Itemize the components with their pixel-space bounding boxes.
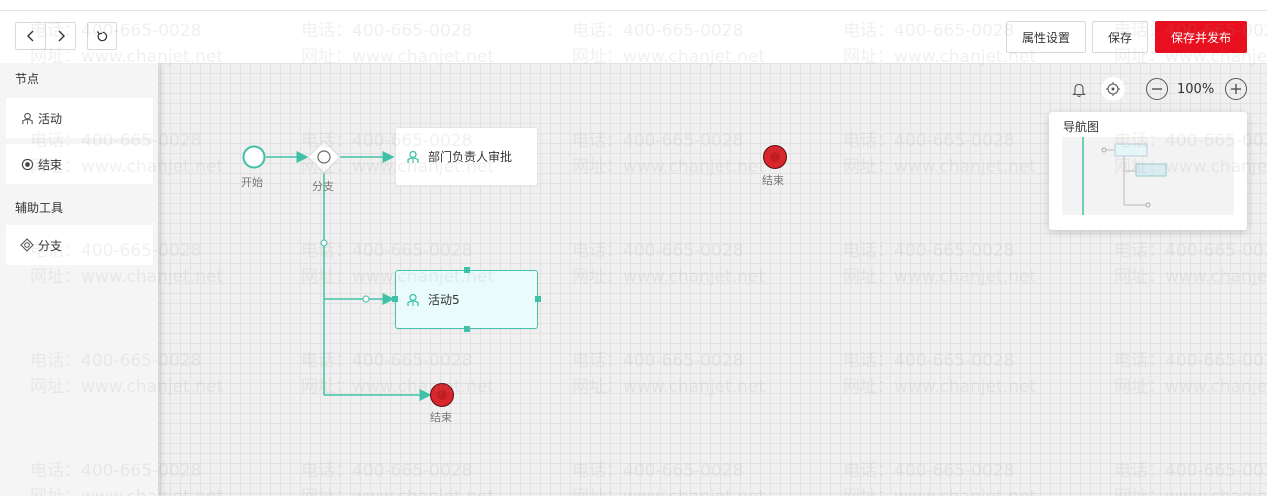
resize-handle[interactable] bbox=[535, 296, 541, 302]
minimap-graphic bbox=[1082, 137, 1167, 215]
radio-icon bbox=[20, 157, 34, 171]
end-node-top-label: 结束 bbox=[762, 174, 784, 187]
refresh-icon bbox=[96, 30, 107, 41]
bell-icon bbox=[1072, 83, 1086, 98]
forward-button[interactable] bbox=[45, 22, 76, 50]
palette-item-label: 结束 bbox=[38, 157, 63, 172]
activity-node-approval[interactable]: 部门负责人审批 bbox=[395, 127, 538, 186]
activity-node-label: 活动5 bbox=[428, 293, 460, 307]
target-icon bbox=[1106, 82, 1120, 96]
end-node-bottom[interactable] bbox=[429, 382, 455, 408]
minus-icon bbox=[1152, 88, 1162, 90]
edge-waypoint[interactable] bbox=[362, 295, 370, 303]
user-icon bbox=[406, 292, 422, 308]
chevron-right-icon bbox=[58, 30, 65, 42]
save-publish-button[interactable]: 保存并发布 bbox=[1155, 21, 1247, 53]
navigation-map-preview[interactable] bbox=[1062, 137, 1234, 215]
palette-item-label: 分支 bbox=[38, 238, 63, 253]
node-palette: 节点 活动 结束 辅助工具 分支 bbox=[0, 63, 158, 496]
save-button[interactable]: 保存 bbox=[1092, 21, 1148, 53]
chevron-left-icon bbox=[26, 30, 33, 42]
diamond-icon bbox=[20, 238, 34, 252]
start-node-label: 开始 bbox=[241, 176, 263, 189]
zoom-out-button[interactable] bbox=[1146, 78, 1168, 100]
palette-item-end[interactable]: 结束 bbox=[6, 144, 153, 184]
top-border bbox=[0, 0, 1267, 11]
activity-node-label: 部门负责人审批 bbox=[428, 150, 513, 164]
zoom-level: 100% bbox=[1177, 82, 1215, 97]
zoom-in-button[interactable] bbox=[1225, 78, 1247, 100]
properties-button[interactable]: 属性设置 bbox=[1006, 21, 1086, 53]
branch-node-label: 分支 bbox=[312, 180, 334, 193]
toolbar: 属性设置 保存 保存并发布 bbox=[0, 11, 1267, 63]
start-node[interactable] bbox=[241, 145, 267, 171]
activity-node-5[interactable]: 活动5 bbox=[395, 270, 538, 329]
branch-node[interactable] bbox=[307, 140, 341, 174]
palette-title-nodes: 节点 bbox=[15, 72, 40, 86]
navigation-map-title: 导航图 bbox=[1063, 120, 1100, 134]
plus-icon bbox=[1231, 84, 1241, 94]
edge-waypoint[interactable] bbox=[320, 239, 328, 247]
resize-handle[interactable] bbox=[392, 296, 398, 302]
palette-item-activity[interactable]: 活动 bbox=[6, 98, 153, 138]
user-icon bbox=[20, 111, 34, 125]
navigation-map[interactable]: 导航图 bbox=[1049, 112, 1247, 230]
end-node-bottom-label: 结束 bbox=[430, 411, 452, 424]
refresh-button[interactable] bbox=[87, 22, 117, 50]
palette-item-label: 活动 bbox=[38, 111, 63, 126]
back-button[interactable] bbox=[15, 22, 46, 50]
resize-handle[interactable] bbox=[464, 326, 470, 332]
locate-button[interactable] bbox=[1101, 77, 1125, 101]
palette-item-branch[interactable]: 分支 bbox=[6, 225, 153, 265]
end-node-top[interactable] bbox=[762, 144, 788, 170]
user-icon bbox=[406, 149, 422, 165]
notification-bell[interactable] bbox=[1072, 82, 1086, 101]
flow-edges bbox=[266, 151, 432, 401]
palette-title-tools: 辅助工具 bbox=[15, 201, 64, 215]
resize-handle[interactable] bbox=[464, 267, 470, 273]
